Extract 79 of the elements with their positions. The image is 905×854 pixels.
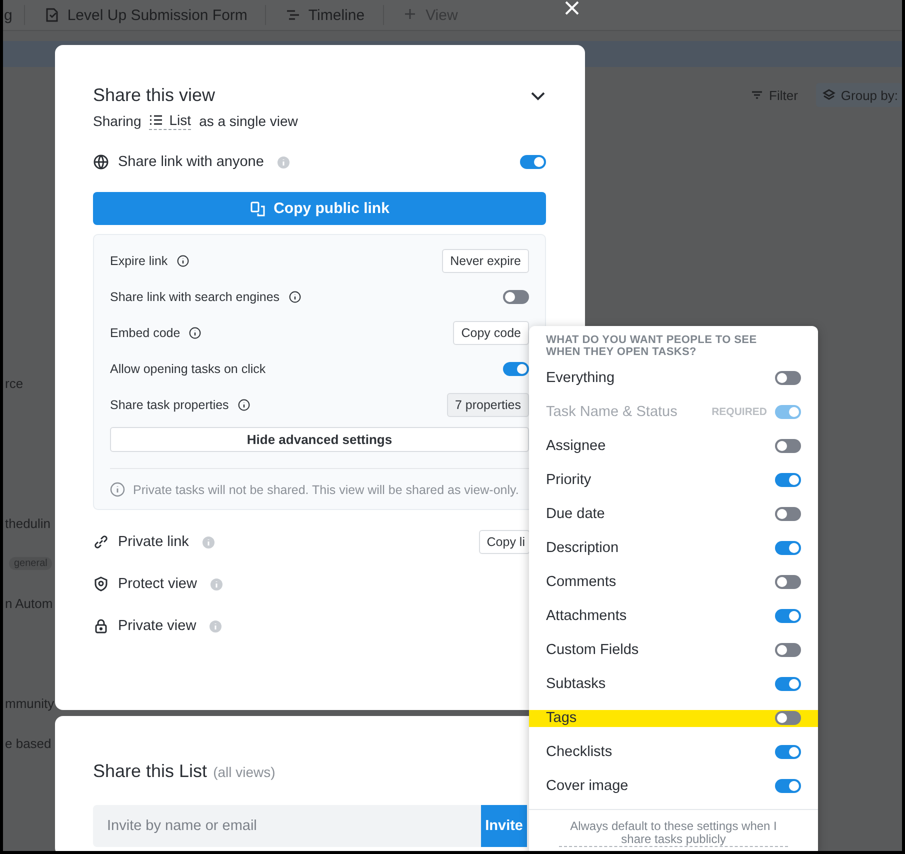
property-label: Tags [546,710,577,726]
setting-label: Embed code [110,326,180,340]
info-icon [209,620,222,632]
toggle-switch[interactable] [775,507,801,521]
property-label: Assignee [546,438,606,454]
property-label: Task Name & Status [546,404,678,420]
shield-icon [93,576,109,592]
toggle-switch[interactable] [775,745,801,759]
hide-settings-button[interactable]: Hide advanced settings [110,427,529,452]
toggle-switch[interactable] [775,779,801,793]
toggle-switch[interactable] [775,371,801,385]
toggle-switch[interactable] [775,473,801,487]
info-icon [210,578,223,590]
task-name: mmunity [5,696,54,710]
toggle-switch[interactable] [775,575,801,589]
form-icon [44,7,60,23]
setting-label: Share task properties [110,398,229,412]
list-icon [149,114,164,126]
popover-heading: WHAT DO YOU WANT PEOPLE TO SEE WHEN THEY OPEN TASKS? [546,334,758,358]
setting-label: Allow opening tasks on click [110,362,266,376]
toggle-switch[interactable] [520,155,546,169]
info-note: Private tasks will not be shared. This view will be shared as view-only. [133,482,519,496]
setting-button[interactable]: 7 properties [446,393,529,417]
lock-icon [93,618,109,634]
toggle-switch[interactable] [503,290,529,304]
option-label: Private view [118,618,196,634]
view-tab[interactable]: g [4,5,26,25]
property-label: Priority [546,472,592,488]
panel-title: Share this List [93,761,208,782]
sharing-label: Sharing [93,113,142,129]
default-settings-link[interactable]: Always default to these settings when I share tasks publicly [559,820,788,847]
view-tab[interactable]: Level Up Submission Form [44,5,266,25]
property-label: Everything [546,370,615,386]
panel-title: Share this view [93,85,216,106]
copy-link-button[interactable]: Copy public link [93,192,546,225]
option-label: Protect view [118,576,197,592]
group-by-button[interactable]: Group by: [816,83,902,107]
setting-button[interactable]: Never expire [442,249,529,273]
toggle-switch[interactable] [775,439,801,453]
task-name: n Autom [5,596,53,610]
toggle-switch[interactable] [775,711,801,725]
property-label: Custom Fields [546,642,639,658]
toggle-switch[interactable] [775,609,801,623]
property-label: Due date [546,506,605,522]
view-name-link[interactable]: List [149,112,192,130]
info-icon [110,482,125,497]
invite-field[interactable]: Invite by name or email [93,805,482,847]
link-icon [93,534,109,550]
view-tab[interactable]: Timeline [285,5,384,25]
panel-subtitle: (all views) [213,764,276,780]
setting-button[interactable]: Copy code [453,321,529,345]
task-name: e based [5,736,52,750]
globe-icon [93,154,109,170]
property-label: Subtasks [546,676,606,692]
property-label: Checklists [546,744,612,760]
filter-button[interactable]: Filter [746,83,802,107]
sharing-suffix: as a single view [199,113,298,129]
toggle-switch[interactable] [775,643,801,657]
task-name: thedulin [5,516,51,530]
close-icon [564,0,580,16]
setting-label: Share link with search engines [110,290,280,304]
info-icon [276,156,290,168]
setting-label: Expire link [110,254,168,268]
copy-link-button[interactable]: Copy li [478,530,530,554]
property-label: Description [546,540,619,556]
property-label: Comments [546,574,616,590]
layers-icon [822,88,836,102]
property-label: Cover image [546,778,628,794]
toggle-switch[interactable] [503,362,529,376]
property-label: Attachments [546,608,627,624]
copy-icon [250,200,266,216]
task-name: rce [5,376,24,390]
invite-button[interactable]: Invite [481,805,527,847]
info-icon [202,536,215,548]
toggle-switch[interactable] [775,541,801,555]
option-label: Private link [118,534,189,550]
option-label: Share link with anyone [118,154,264,170]
toggle-switch[interactable] [775,677,801,691]
required-label: REQUIRED [712,406,767,418]
